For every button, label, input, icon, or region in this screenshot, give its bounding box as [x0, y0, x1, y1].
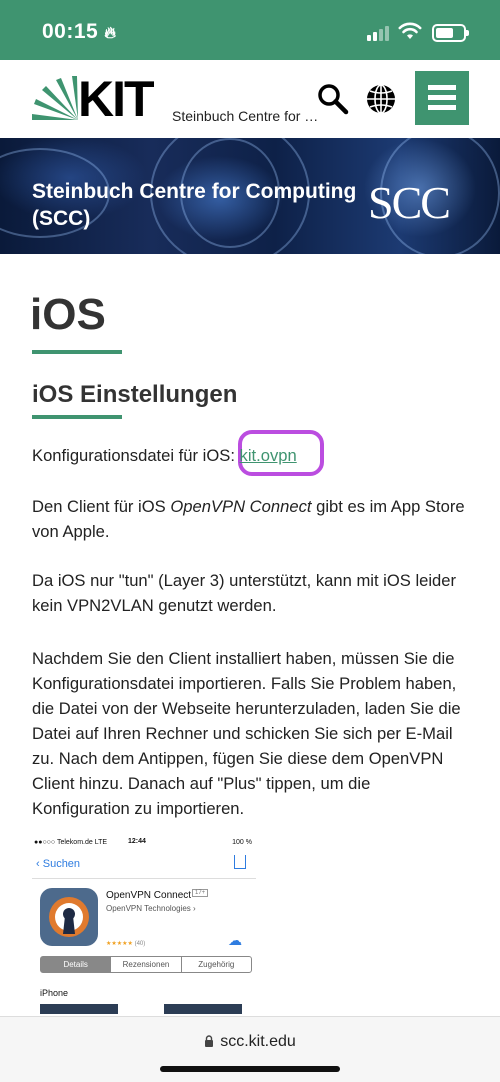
- scc-logo: SCC: [368, 177, 451, 228]
- app-store-screenshot: ●●○○○ Telekom.de LTE 12:44 100 % ‹ Suche…: [32, 836, 256, 1014]
- screenshot-section-iphone: iPhone: [40, 988, 69, 998]
- screenshot-rating-count: (40): [134, 941, 146, 947]
- banner-title: Steinbuch Centre for Computing (SCC): [32, 180, 357, 230]
- kit-logo-text: KIT: [78, 71, 155, 127]
- client-paragraph: Den Client für iOS OpenVPN Connect gibt …: [32, 494, 472, 544]
- screenshot-divider: [32, 878, 256, 879]
- kit-ovpn-link[interactable]: kit.ovpn: [240, 446, 297, 465]
- screenshot-developer: OpenVPN Technologies ›: [106, 904, 196, 913]
- import-instructions-paragraph: Nachdem Sie den Client installiert haben…: [32, 649, 461, 818]
- share-icon: [234, 855, 246, 869]
- screenshot-rating-stars: ★★★★★: [106, 941, 133, 947]
- browser-url-bar[interactable]: scc.kit.edu: [0, 1016, 500, 1082]
- screenshot-app-name: OpenVPN Connect: [106, 890, 192, 901]
- screenshot-time: 12:44: [128, 838, 146, 845]
- openvpn-app-icon: [40, 888, 98, 946]
- search-icon[interactable]: [316, 82, 350, 116]
- screenshot-carrier: ●●○○○ Telekom.de LTE: [34, 839, 108, 846]
- lock-icon: [205, 1035, 214, 1047]
- screenshot-age-rating: 17+: [192, 889, 209, 897]
- cellular-signal-icon: [367, 25, 389, 41]
- url-display[interactable]: scc.kit.edu: [0, 1033, 500, 1051]
- screenshot-developer-name: OpenVPN Technologies: [106, 904, 191, 913]
- battery-icon: [432, 24, 469, 42]
- openvpn-keyhole-icon: [49, 897, 89, 937]
- flame-icon: 🔥︎: [104, 25, 117, 42]
- section-title: iOS Einstellungen: [32, 381, 238, 408]
- menu-icon[interactable]: [415, 71, 469, 125]
- screenshot-rating: ★★★★★ (40): [106, 940, 145, 947]
- screenshot-back-label: Suchen: [42, 858, 81, 870]
- screenshot-tabs: Details Rezensionen Zugehörig: [40, 956, 252, 973]
- url-text: scc.kit.edu: [220, 1033, 296, 1050]
- section-underline: [32, 415, 122, 419]
- globe-icon[interactable]: [364, 82, 398, 116]
- config-file-label: Konfigurationsdatei für iOS:: [32, 446, 240, 465]
- status-time: 00:15 🔥︎: [42, 20, 116, 44]
- wifi-icon: [398, 22, 422, 39]
- openvpn-connect-name: OpenVPN Connect: [170, 497, 312, 516]
- screenshot-battery: 100 %: [232, 839, 252, 846]
- home-indicator[interactable]: [160, 1066, 340, 1072]
- title-underline: [32, 350, 122, 354]
- screenshot-tab-details: Details: [41, 957, 112, 972]
- screenshot-tab-reviews: Rezensionen: [111, 957, 182, 972]
- config-file-paragraph: Konfigurationsdatei für iOS: kit.ovpn: [32, 443, 472, 468]
- tun-paragraph: Da iOS nur "tun" (Layer 3) unterstützt, …: [32, 571, 457, 615]
- status-time-text: 00:15: [42, 20, 99, 43]
- cloud-download-icon: ☁: [228, 932, 242, 948]
- site-name[interactable]: Steinbuch Centre for …: [172, 108, 318, 124]
- screenshot-thumbnail: [40, 1004, 118, 1014]
- screenshot-back-button: ‹ Suchen: [36, 858, 81, 870]
- screenshot-thumbnail: [164, 1004, 242, 1014]
- status-bar: 00:15 🔥︎: [0, 0, 500, 60]
- screenshot-tab-related: Zugehörig: [198, 960, 235, 969]
- hero-banner: Steinbuch Centre for Computing (SCC) SCC: [0, 138, 500, 254]
- page-title: iOS: [30, 290, 106, 339]
- client-paragraph-prefix: Den Client für iOS: [32, 497, 171, 516]
- site-header: KIT Steinbuch Centre for …: [0, 60, 500, 138]
- kit-logo[interactable]: KIT: [30, 71, 155, 127]
- screenshot-status-bar: ●●○○○ Telekom.de LTE 12:44 100 %: [32, 836, 256, 849]
- kit-logo-mark-icon: [32, 76, 78, 120]
